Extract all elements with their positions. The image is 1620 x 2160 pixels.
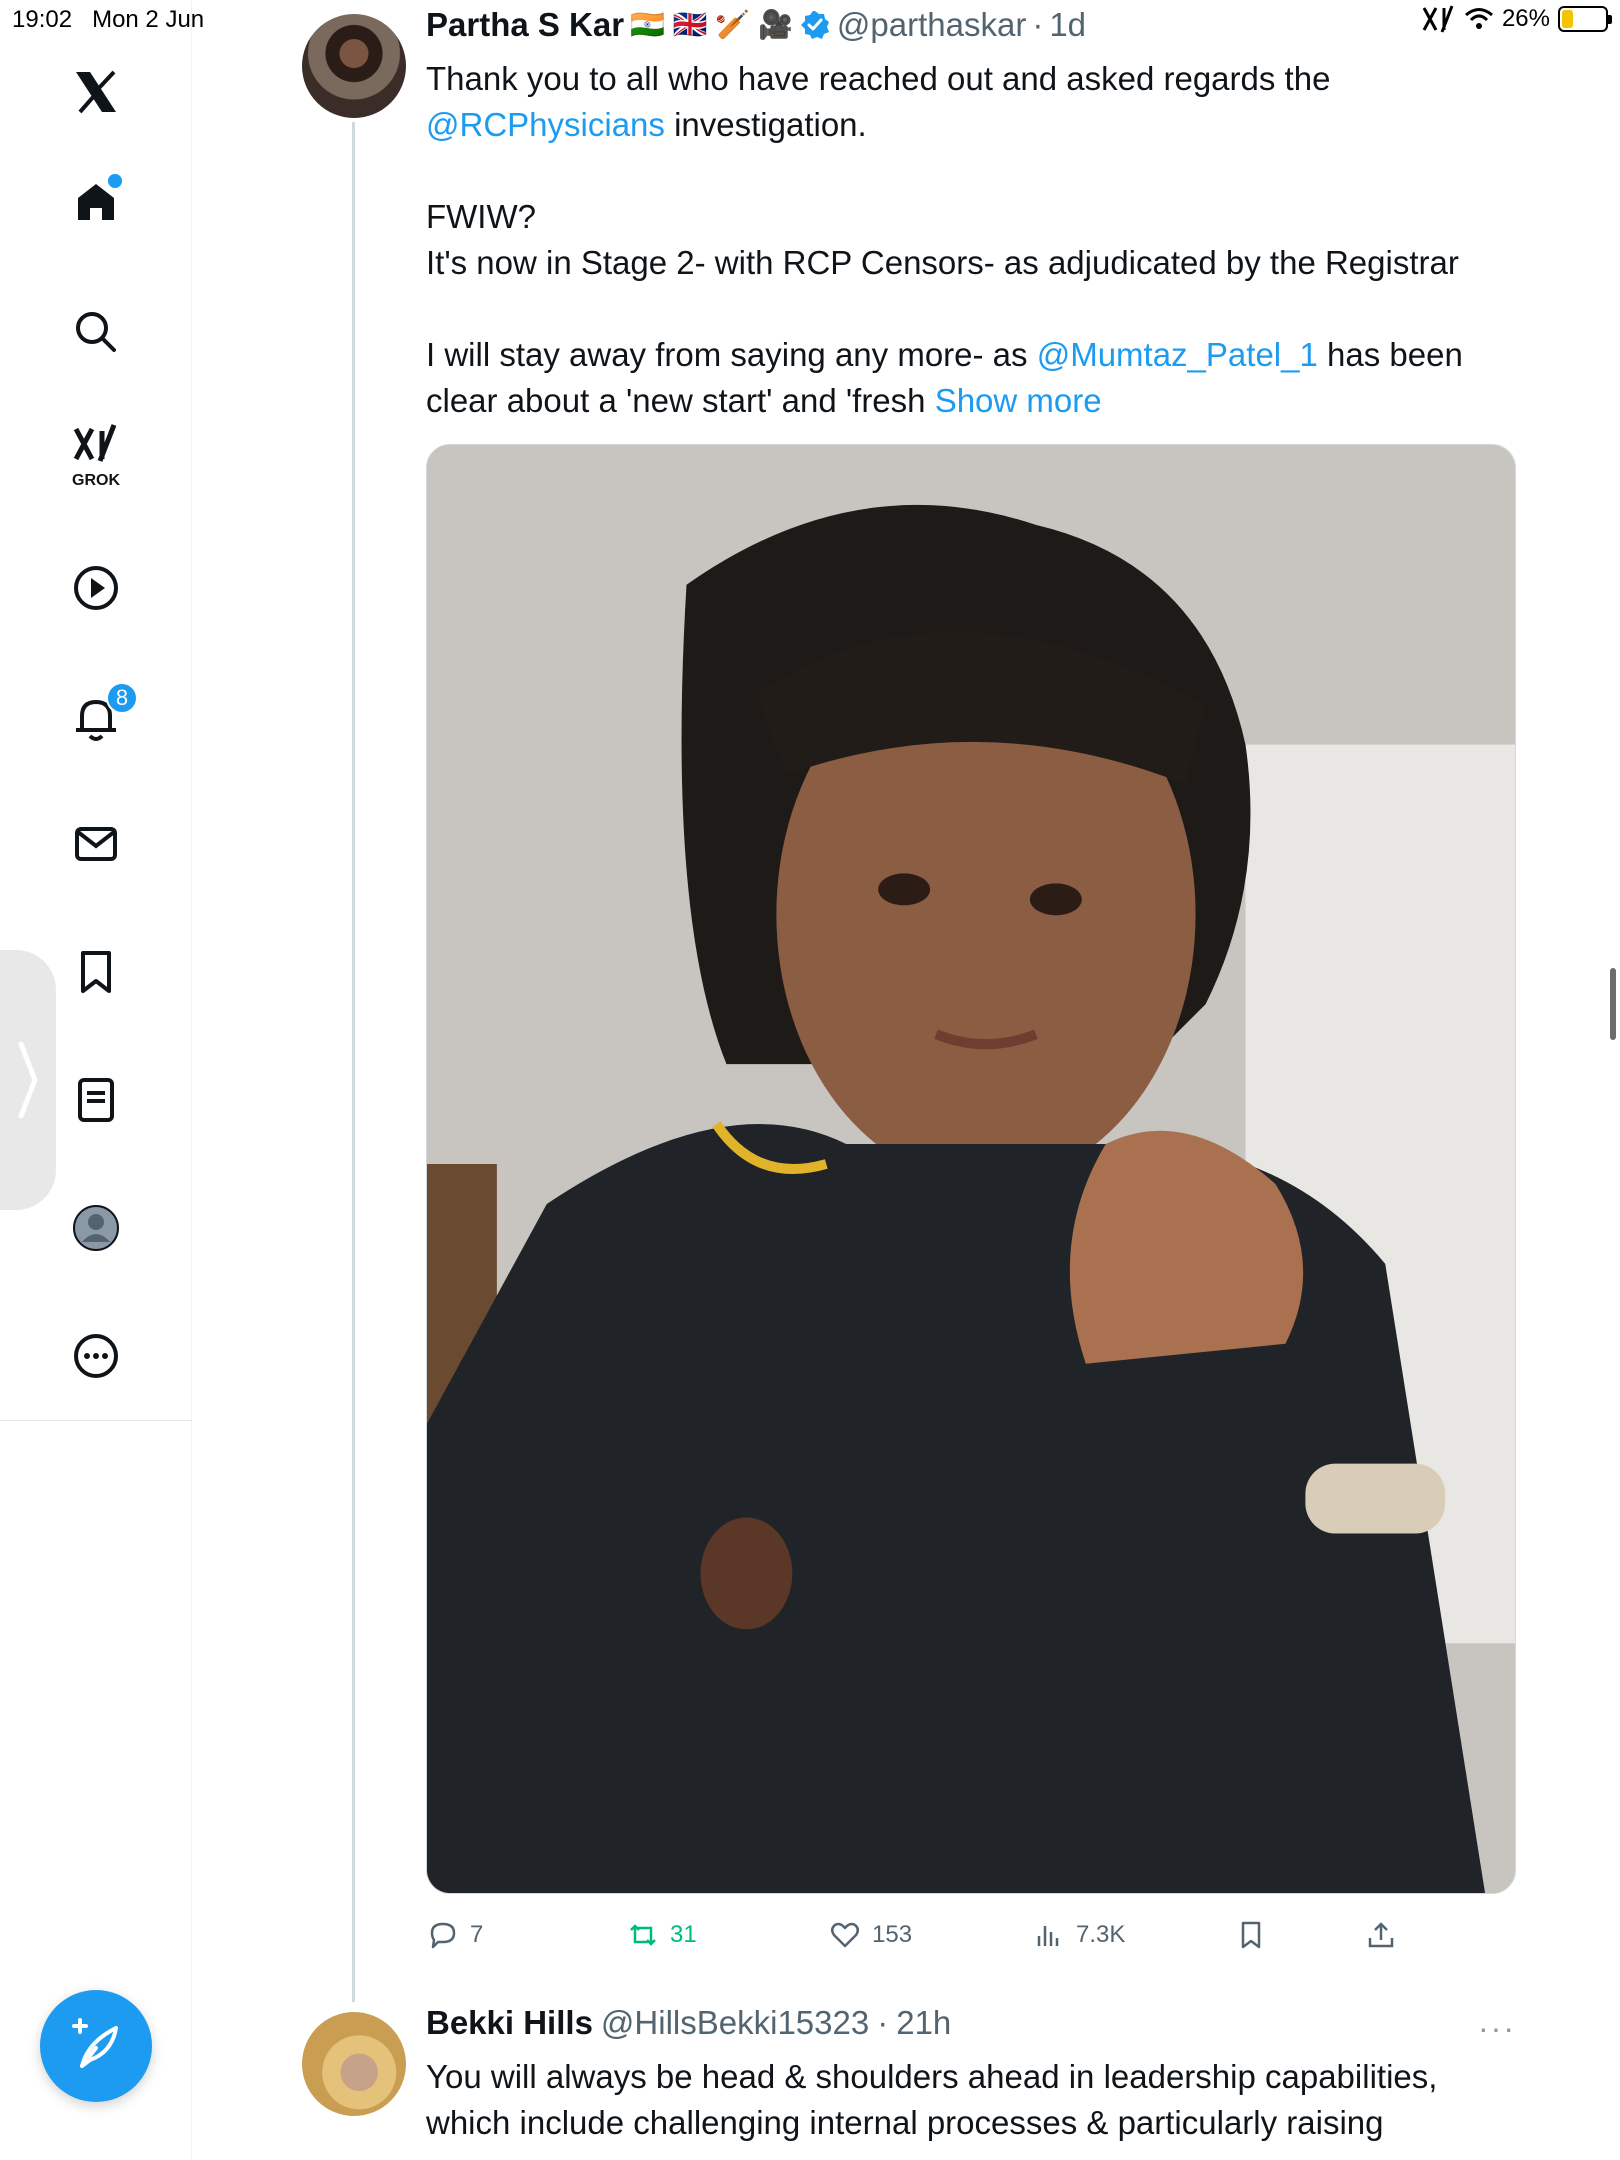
wifi-icon (1464, 8, 1493, 29)
battery-percent: 26% (1501, 5, 1550, 32)
battery-icon (1558, 6, 1612, 32)
side-panel-handle[interactable] (0, 950, 56, 1210)
reply-text: You will always be head & shoulders ahea… (426, 2054, 1516, 2146)
home-icon[interactable] (56, 162, 136, 242)
reply-count: 7 (470, 1921, 484, 1948)
verified-badge-icon (800, 11, 829, 39)
tweet-line: It's now in Stage 2- with RCP Censors- a… (426, 244, 1459, 281)
repost-count: 31 (670, 1921, 697, 1948)
reply-more-menu[interactable]: ··· (1478, 2010, 1516, 2047)
mention-link[interactable]: @RCPhysicians (426, 106, 665, 143)
more-icon[interactable] (56, 1316, 136, 1396)
bell-icon[interactable]: 8 (56, 678, 138, 758)
author-avatar[interactable] (302, 14, 406, 118)
reply-timestamp[interactable]: 21h (896, 2004, 951, 2042)
grok-icon[interactable]: GROK (56, 412, 136, 492)
notifications-badge: 8 (106, 682, 138, 714)
views-count: 7.3K (1076, 1921, 1126, 1948)
reply-header: Bekki Hills @HillsBekki15323 · 21h (426, 2004, 951, 2042)
author-name[interactable]: Partha S Kar (426, 6, 624, 44)
tweet-photo[interactable] (426, 444, 1516, 1894)
x-logo-icon[interactable] (56, 52, 136, 132)
reply-author-avatar[interactable] (302, 2012, 406, 2116)
sidebar-divider (0, 1420, 192, 1421)
meta-separator: · (877, 2004, 889, 2041)
tweet-actions: 7 31 153 7.3K (426, 1910, 1436, 1960)
reply-button[interactable]: 7 (426, 1910, 483, 1960)
reply-icon (430, 1922, 456, 1949)
tweet-text-span: I will stay away from saying any more- a… (426, 336, 1037, 373)
show-more-link[interactable]: Show more (935, 382, 1102, 419)
lists-icon[interactable] (56, 1060, 136, 1140)
profile-icon[interactable] (56, 1188, 136, 1268)
like-button[interactable]: 153 (828, 1910, 912, 1960)
tweet-text-span: clear about a 'new start' and 'fresh (426, 382, 935, 419)
compose-icon (72, 2018, 118, 2068)
bookmark-icon (1241, 1921, 1261, 1949)
tweet-line: I will stay away from saying any more- a… (426, 332, 1506, 378)
share-icon (1368, 1922, 1394, 1948)
repost-button[interactable]: 31 (626, 1910, 697, 1960)
reply-author-handle[interactable]: @HillsBekki15323 (601, 2004, 869, 2042)
tweet-text-span: has been (1317, 336, 1463, 373)
tweet-timestamp[interactable]: 1d (1049, 6, 1086, 44)
grok-label: GROK (72, 472, 120, 489)
share-button[interactable] (1364, 1910, 1398, 1960)
repost-icon (630, 1924, 656, 1946)
tweet-line: Thank you to all who have reached out an… (426, 60, 1331, 97)
mention-link[interactable]: @Mumtaz_Patel_1 (1037, 336, 1318, 373)
thread-connector-line (352, 122, 355, 2002)
grok-status-icon (1422, 5, 1454, 33)
tweet-line: clear about a 'new start' and 'fresh Sho… (426, 378, 1506, 424)
bookmark-icon[interactable] (56, 932, 136, 1012)
reply-author-name[interactable]: Bekki Hills (426, 2004, 593, 2042)
name-emojis: 🇮🇳 🇬🇧 🏏 🎥 (630, 9, 793, 40)
tweet-header: Partha S Kar 🇮🇳 🇬🇧 🏏 🎥 @parthaskar · 1d (426, 6, 1086, 44)
search-icon[interactable] (56, 292, 136, 372)
views-button[interactable]: 7.3K (1032, 1910, 1125, 1960)
tweet-line: FWIW? (426, 198, 536, 235)
views-icon (1037, 1926, 1059, 1946)
compose-button[interactable] (40, 1990, 152, 2102)
reply-line: which include challenging internal proce… (426, 2104, 1384, 2141)
bookmark-button[interactable] (1234, 1910, 1268, 1960)
scrollbar-thumb[interactable] (1610, 968, 1616, 1040)
home-unread-dot (108, 174, 122, 188)
video-play-icon[interactable] (56, 548, 136, 628)
tweet-line: @RCPhysicians investigation. (426, 102, 1506, 148)
reply-line: You will always be head & shoulders ahea… (426, 2058, 1438, 2095)
heart-icon (831, 1922, 859, 1948)
status-indicators: 26% (1422, 4, 1612, 34)
mail-icon[interactable] (56, 804, 136, 884)
chevron-right-icon (18, 1041, 38, 1119)
tweet-text-span: investigation. (664, 106, 867, 143)
tweet-text: Thank you to all who have reached out an… (426, 56, 1506, 424)
battery-level (1562, 10, 1573, 28)
meta-separator: · (1032, 6, 1044, 43)
author-handle[interactable]: @parthaskar (837, 6, 1026, 44)
like-count: 153 (872, 1921, 913, 1948)
